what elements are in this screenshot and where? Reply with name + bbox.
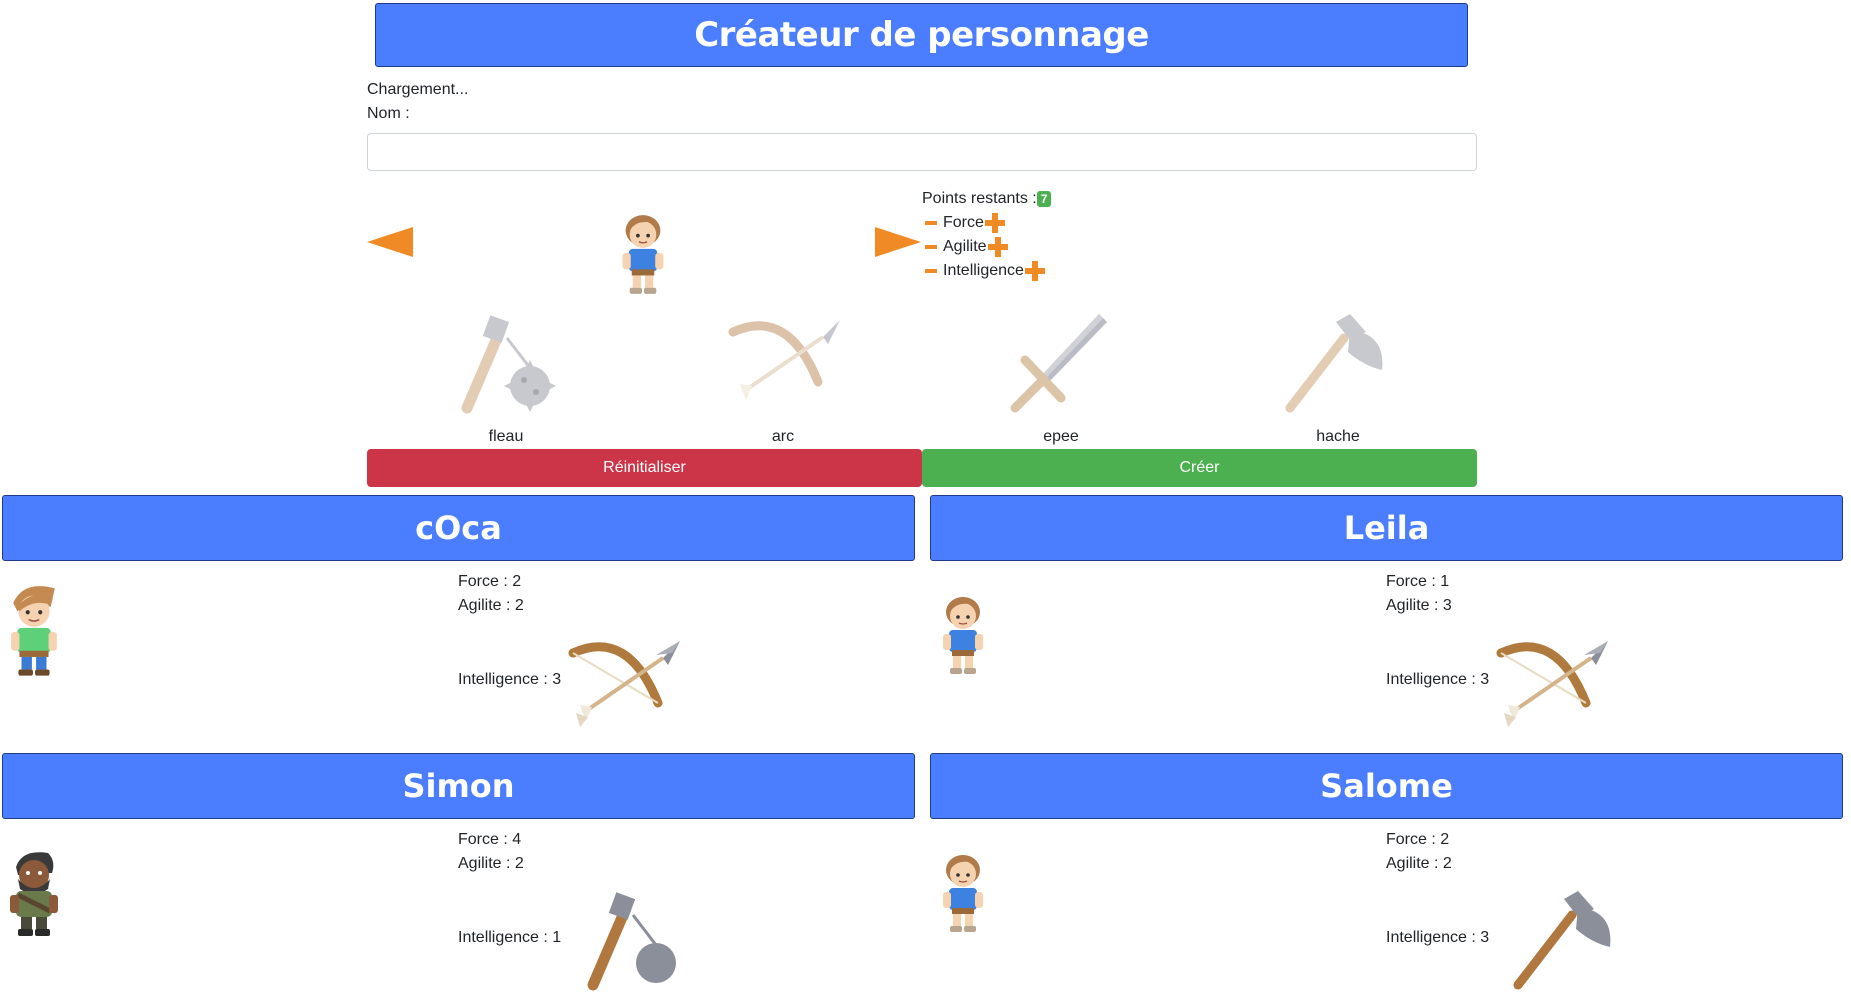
character-card-title: Leila bbox=[930, 495, 1843, 561]
character-intelligence: Intelligence : 3 bbox=[458, 671, 562, 688]
character-force: Force : 1 bbox=[1386, 573, 1450, 590]
loading-text: Chargement... bbox=[367, 81, 469, 98]
character-intelligence: Intelligence : 3 bbox=[1386, 929, 1490, 946]
character-avatar bbox=[2, 845, 66, 945]
points-label: Points restants : bbox=[922, 190, 1037, 207]
bow-icon[interactable] bbox=[728, 312, 848, 412]
character-agilite: Agilite : 2 bbox=[458, 597, 524, 614]
minus-icon[interactable] bbox=[925, 269, 937, 273]
plus-icon[interactable] bbox=[987, 237, 1008, 257]
points-badge: 7 bbox=[1036, 190, 1052, 207]
character-agilite: Agilite : 2 bbox=[1386, 855, 1452, 872]
character-intelligence: Intelligence : 3 bbox=[1386, 671, 1490, 688]
stat-label-intelligence: Intelligence bbox=[943, 262, 1024, 279]
plus-icon[interactable] bbox=[984, 213, 1005, 233]
axe-icon bbox=[1506, 885, 1616, 995]
points-remaining: Points restants :7 bbox=[922, 190, 1052, 208]
weapon-label-fleau: fleau bbox=[488, 428, 524, 445]
previous-arrow-icon[interactable] bbox=[367, 225, 415, 259]
plus-icon[interactable] bbox=[1024, 261, 1045, 281]
weapon-label-hache: hache bbox=[1316, 428, 1360, 445]
minus-icon[interactable] bbox=[925, 221, 937, 225]
weapon-label-epee: epee bbox=[1043, 428, 1079, 445]
character-force: Force : 4 bbox=[458, 831, 522, 848]
weapon-label-arc: arc bbox=[771, 428, 795, 445]
character-avatar bbox=[932, 590, 994, 680]
stat-row-force: Force bbox=[925, 213, 1005, 233]
character-card-title: Salome bbox=[930, 753, 1843, 819]
sword-icon[interactable] bbox=[1003, 308, 1113, 418]
character-force: Force : 2 bbox=[458, 573, 522, 590]
create-button[interactable]: Créer bbox=[922, 449, 1477, 487]
stat-label-agilite: Agilite bbox=[943, 238, 987, 255]
character-avatar bbox=[932, 848, 994, 938]
stat-row-intelligence: Intelligence bbox=[925, 261, 1045, 281]
character-force: Force : 2 bbox=[1386, 831, 1450, 848]
character-agilite: Agilite : 3 bbox=[1386, 597, 1452, 614]
character-agilite: Agilite : 2 bbox=[458, 855, 524, 872]
flail-icon bbox=[578, 885, 688, 995]
minus-icon[interactable] bbox=[925, 245, 937, 249]
stat-row-agilite: Agilite bbox=[925, 237, 1008, 257]
character-card-title: cOca bbox=[2, 495, 915, 561]
character-intelligence: Intelligence : 1 bbox=[458, 929, 562, 946]
character-preview-avatar bbox=[611, 208, 675, 300]
bow-icon bbox=[1496, 633, 1616, 733]
reset-button[interactable]: Réinitialiser bbox=[367, 449, 922, 487]
character-card-title: Simon bbox=[2, 753, 915, 819]
stat-label-force: Force bbox=[943, 214, 984, 231]
page-title: Créateur de personnage bbox=[375, 3, 1468, 67]
flail-icon[interactable] bbox=[452, 308, 562, 418]
axe-icon[interactable] bbox=[1278, 308, 1388, 418]
character-avatar bbox=[2, 580, 66, 684]
next-arrow-icon[interactable] bbox=[875, 225, 923, 259]
bow-icon bbox=[568, 633, 688, 733]
name-input[interactable] bbox=[367, 133, 1477, 171]
name-label: Nom : bbox=[367, 105, 410, 122]
